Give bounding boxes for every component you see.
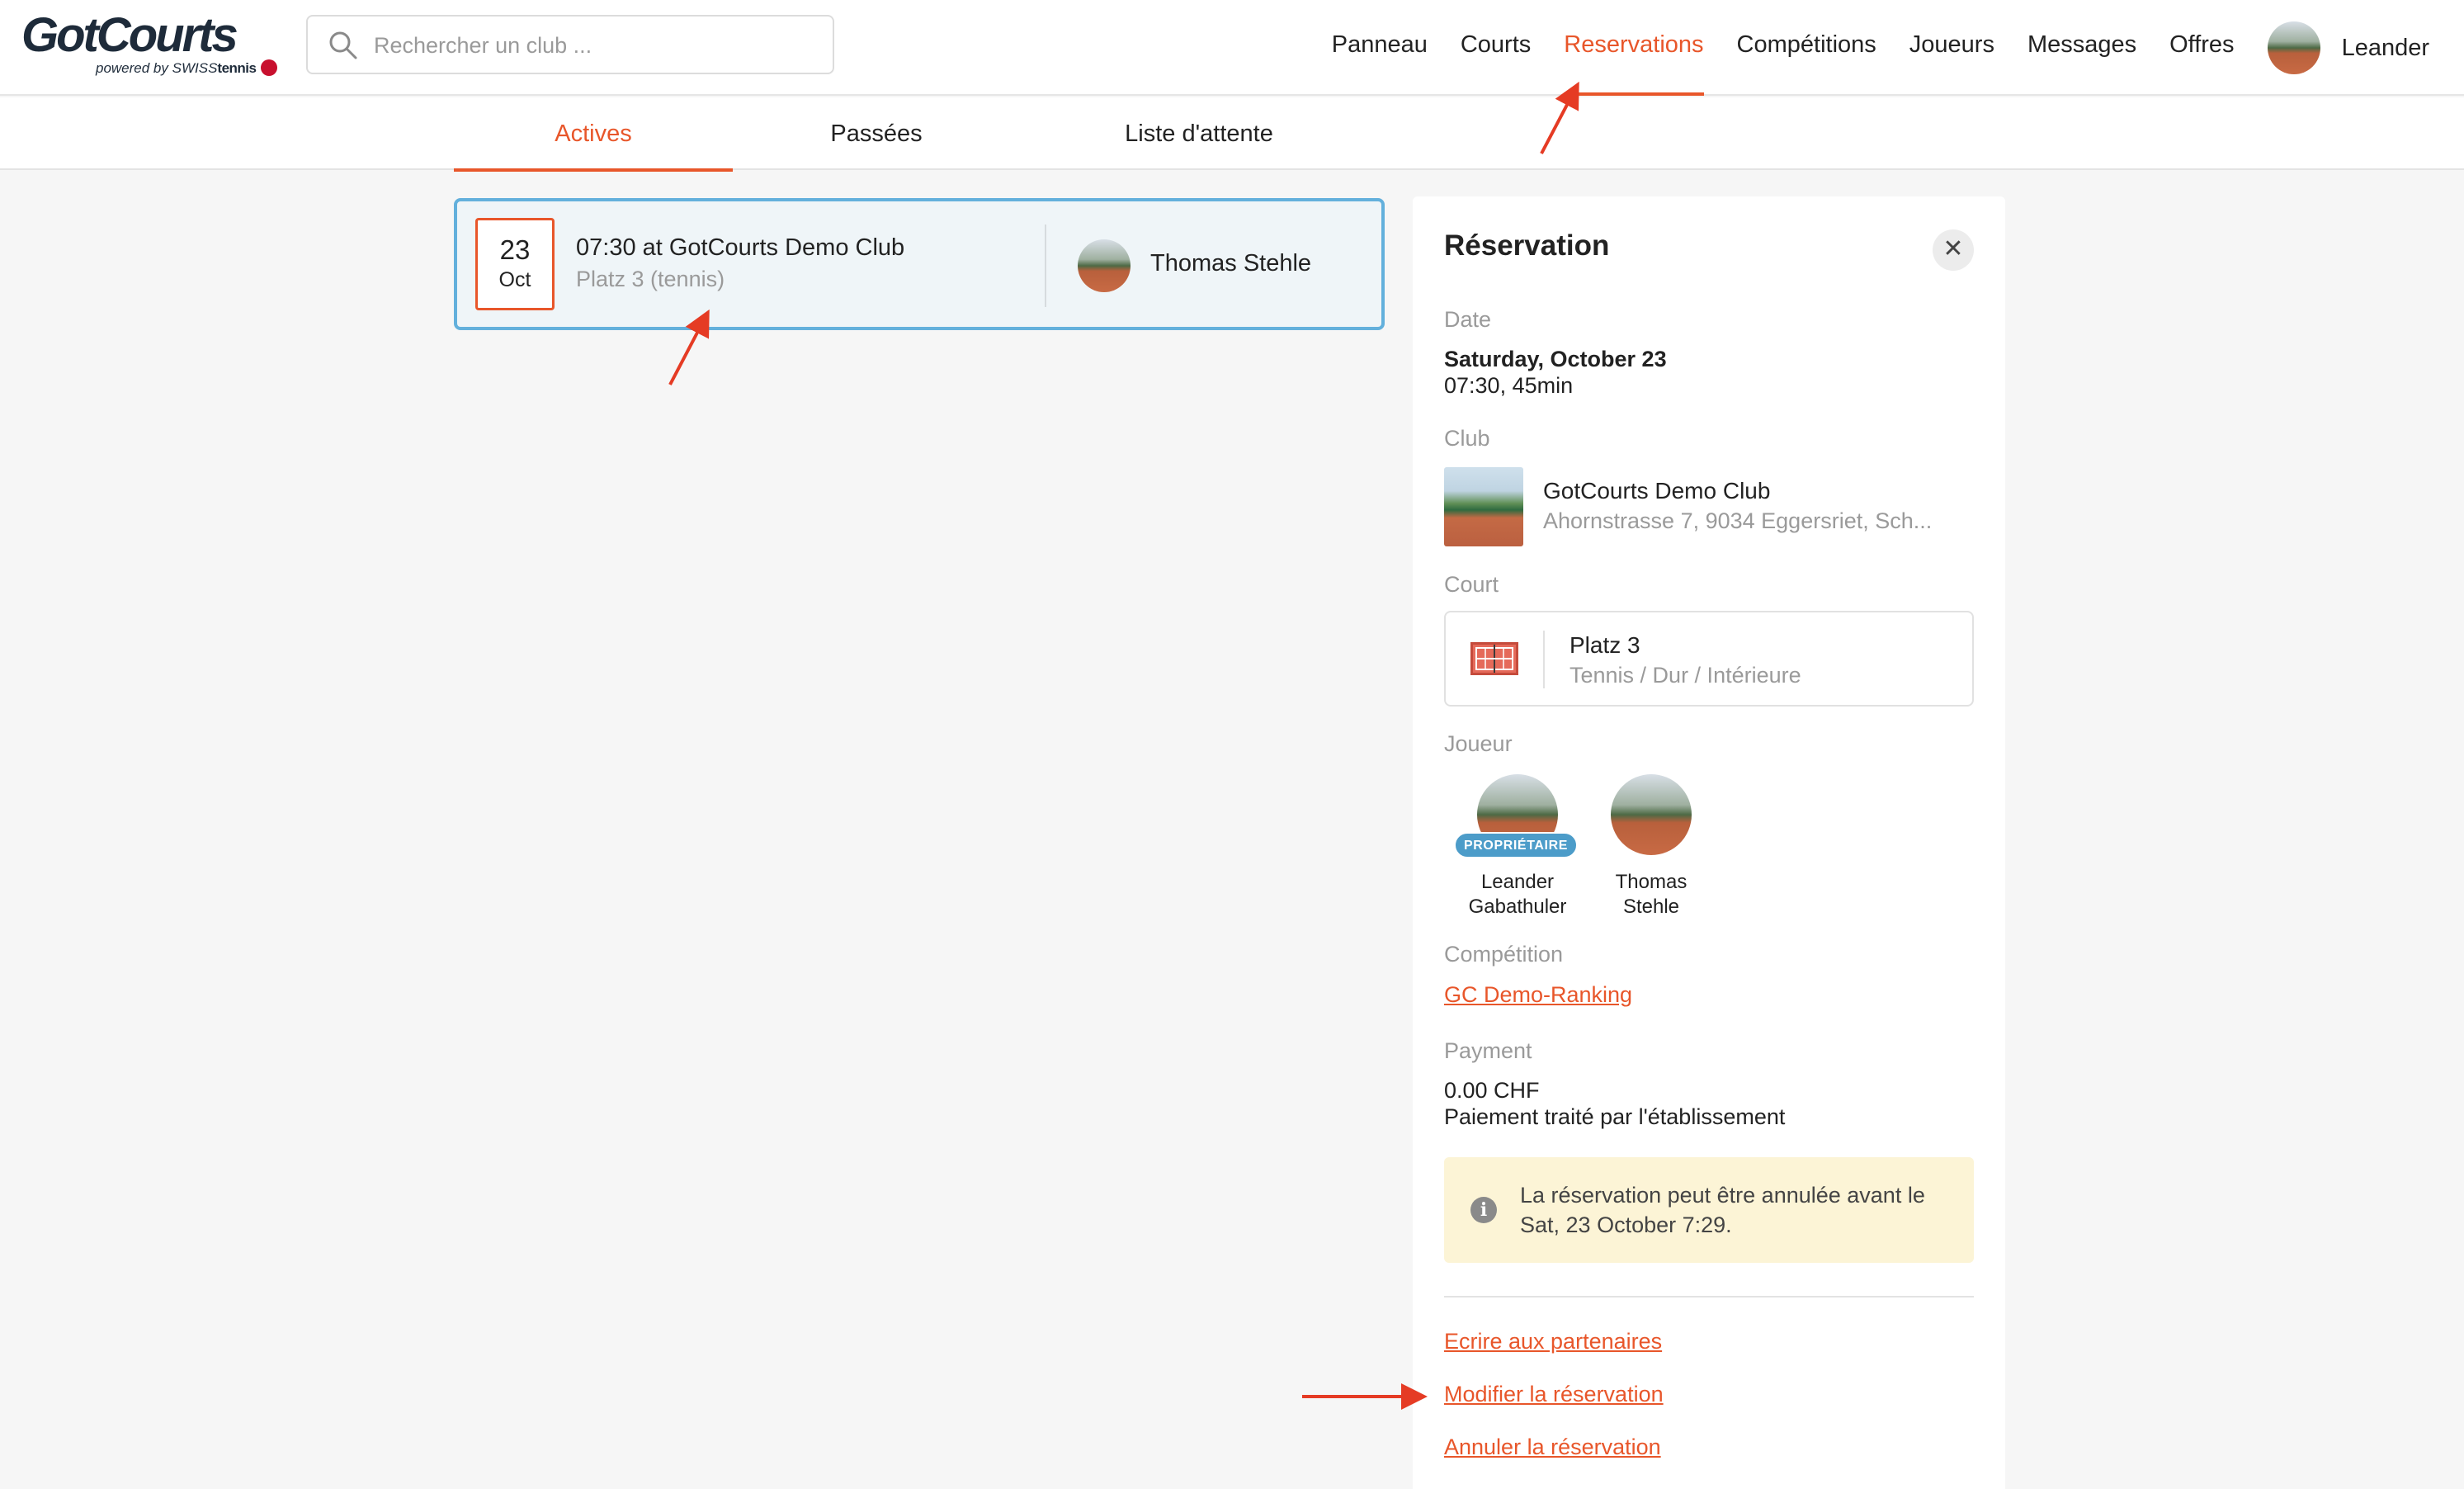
reservation-title: 07:30 at GotCourts Demo Club	[576, 234, 905, 261]
player-owner[interactable]: PROPRIÉTAIRE Leander Gabathuler	[1447, 774, 1588, 919]
club-label: Club	[1444, 426, 1490, 451]
nav-item-reservations[interactable]: Reservations	[1564, 0, 1704, 96]
main-nav: Panneau Courts Reservations Compétitions…	[1332, 0, 2464, 96]
user-name: Leander	[2341, 34, 2429, 61]
players-label: Joueur	[1444, 731, 1513, 756]
date-day: 23	[499, 234, 531, 265]
player-avatar	[1611, 774, 1692, 855]
info-icon: i	[1470, 1197, 1497, 1223]
owner-badge: PROPRIÉTAIRE	[1454, 832, 1578, 858]
reservation-card[interactable]: 23 Oct 07:30 at GotCourts Demo Club Plat…	[454, 198, 1385, 330]
date-badge: 23 Oct	[475, 218, 555, 310]
club-search-box[interactable]	[306, 15, 834, 74]
court-card[interactable]: Platz 3 Tennis / Dur / Intérieure	[1444, 611, 1974, 707]
user-avatar	[2267, 21, 2320, 74]
nav-item-joueurs[interactable]: Joueurs	[1909, 0, 1994, 96]
nav-item-messages[interactable]: Messages	[2027, 0, 2136, 96]
cancellation-notice: i La réservation peut être annulée avant…	[1444, 1157, 1974, 1263]
close-icon[interactable]: ✕	[1933, 229, 1974, 271]
nav-item-offres[interactable]: Offres	[2169, 0, 2234, 96]
reservation-detail-panel: Réservation ✕ Date Saturday, October 23 …	[1413, 196, 2005, 1489]
time-value: 07:30, 45min	[1444, 373, 1574, 398]
notice-text: La réservation peut être annulée avant l…	[1520, 1183, 1925, 1237]
club-name[interactable]: GotCourts Demo Club	[1543, 478, 1770, 504]
partner-avatar	[1078, 239, 1131, 292]
date-month: Oct	[498, 268, 531, 291]
tab-passees[interactable]: Passées	[759, 97, 994, 170]
nav-item-panneau[interactable]: Panneau	[1332, 0, 1428, 96]
player-name: Thomas Stehle	[1615, 871, 1688, 918]
logo-powered-by: powered by SWISStennis	[96, 59, 278, 77]
player-name: Leander Gabathuler	[1468, 871, 1567, 918]
search-icon	[329, 31, 357, 59]
panel-title: Réservation	[1444, 229, 1610, 262]
court-name: Platz 3	[1570, 632, 1640, 658]
tab-actives[interactable]: Actives	[454, 97, 733, 172]
tennis-court-icon	[1470, 642, 1518, 675]
top-navigation-bar: GotCourts powered by SWISStennis Panneau…	[0, 0, 2464, 96]
write-partners-link[interactable]: Ecrire aux partenaires	[1444, 1329, 1662, 1354]
competition-label: Compétition	[1444, 942, 1564, 967]
date-value: Saturday, October 23	[1444, 347, 1667, 371]
modify-reservation-link[interactable]: Modifier la réservation	[1444, 1382, 1664, 1407]
court-label: Court	[1444, 572, 1499, 597]
court-divider	[1543, 631, 1545, 688]
cancel-reservation-link[interactable]: Annuler la réservation	[1444, 1435, 1661, 1460]
divider	[1444, 1296, 1974, 1298]
player-partner[interactable]: Thomas Stehle	[1581, 774, 1721, 919]
user-menu[interactable]: Leander	[2267, 21, 2429, 74]
reservation-tabs: Actives Passées Liste d'attente	[0, 97, 2464, 172]
tab-liste-attente[interactable]: Liste d'attente	[1073, 97, 1325, 170]
payment-note: Paiement traité par l'établissement	[1444, 1104, 1786, 1129]
logo-wordmark: GotCourts	[21, 8, 238, 62]
date-label: Date	[1444, 307, 1492, 332]
payment-label: Payment	[1444, 1038, 1532, 1063]
club-address: Ahornstrasse 7, 9034 Eggersriet, Sch...	[1543, 508, 1933, 533]
payment-amount: 0.00 CHF	[1444, 1078, 1540, 1103]
swisstennis-ball-icon	[261, 59, 278, 76]
court-meta: Tennis / Dur / Intérieure	[1570, 663, 1801, 688]
nav-item-courts[interactable]: Courts	[1461, 0, 1531, 96]
gotcourts-logo[interactable]: GotCourts powered by SWISStennis	[21, 8, 278, 79]
competition-link[interactable]: GC Demo-Ranking	[1444, 982, 1632, 1008]
nav-item-competitions[interactable]: Compétitions	[1737, 0, 1876, 96]
search-input[interactable]	[374, 26, 819, 64]
card-divider	[1045, 225, 1046, 307]
reservation-court: Platz 3 (tennis)	[576, 267, 725, 291]
club-photo[interactable]	[1444, 467, 1523, 546]
partner-name: Thomas Stehle	[1150, 250, 1312, 277]
